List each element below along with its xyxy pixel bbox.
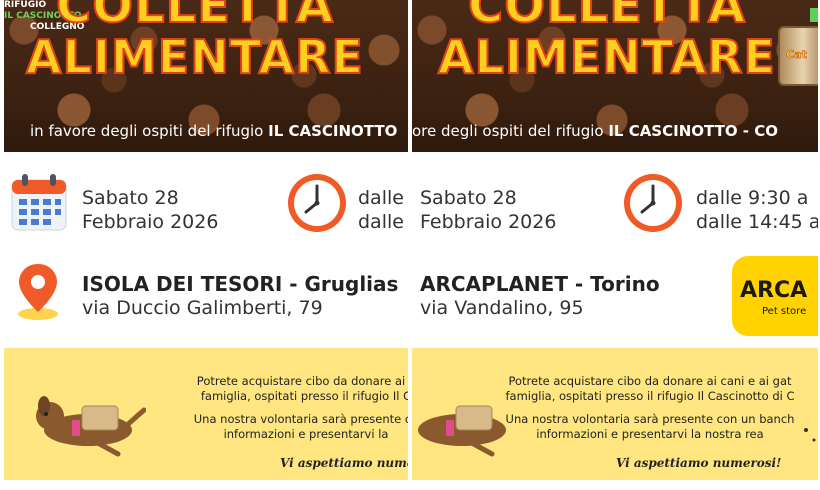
decorative-dots-icon	[804, 428, 816, 442]
info-message: Potrete acquistare cibo da donare ai can…	[500, 374, 800, 442]
dog-illustration	[36, 396, 146, 457]
banner-title-line1: COLLETTA	[55, 0, 334, 35]
can-label: Cat	[786, 48, 807, 62]
event-times: dalle 9 dalle 1	[358, 186, 410, 234]
subtitle-text: in favore degli ospiti del rifugio	[30, 122, 269, 140]
date-line: Sabato 28	[82, 187, 179, 209]
banner-title-line2: ALIMENTARE	[25, 29, 364, 85]
date-line: Febbraio 2026	[420, 211, 557, 233]
store-address: via Vandalino, 95	[420, 297, 584, 319]
arcaplanet-brand: ARCA	[740, 278, 808, 303]
store-name: ISOLA DEI TESORI - Gruglias	[82, 272, 399, 296]
date-line: Sabato 28	[420, 187, 517, 209]
cat-food-can-icon: Cat	[778, 26, 818, 86]
store-name: ARCAPLANET - Torino	[420, 272, 660, 296]
clock-icon	[288, 174, 346, 232]
event-times: dalle 9:30 a dalle 14:45 a	[696, 186, 818, 234]
banner-title-line2: ALIMENTARE	[437, 29, 776, 85]
call-to-action: Vi aspettiamo numerosi!	[616, 456, 782, 470]
subtitle-bold: IL CASCINOTTO	[268, 122, 398, 140]
message-line: Una nostra volontaria sarà presente co	[193, 412, 410, 426]
message-line: famiglia, ospitati presso il rifugio Il …	[505, 389, 795, 403]
flyer-left: RIFUGIO IL CASCINOTTO COLLEGNO COLLETTA …	[4, 0, 410, 490]
bottom-strip	[4, 480, 410, 490]
bottom-strip	[412, 480, 818, 490]
subtitle-bold: IL CASCINOTTO - CO	[608, 122, 778, 140]
banner: COLLETTA ALIMENTARE ore degli ospiti del…	[412, 0, 818, 152]
store-address: via Duccio Galimberti, 79	[82, 297, 323, 319]
time-line: dalle 1	[358, 211, 410, 233]
calendar-icon	[11, 174, 67, 231]
banner-subtitle: in favore degli ospiti del rifugio IL CA…	[30, 122, 397, 140]
message-line: Una nostra volontaria sarà presente con …	[505, 412, 795, 426]
message-line: informazioni e presentarvi la nostra rea	[536, 427, 764, 441]
arcaplanet-tagline: Pet store	[762, 306, 807, 317]
date-line: Febbraio 2026	[82, 211, 219, 233]
clock-icon	[624, 174, 682, 232]
banner: RIFUGIO IL CASCINOTTO COLLEGNO COLLETTA …	[4, 0, 410, 152]
message-line: Potrete acquistare cibo da donare ai can…	[508, 374, 792, 388]
subtitle-text: ore degli ospiti del rifugio	[412, 122, 609, 140]
message-line: informazioni e presentarvi la	[223, 427, 389, 441]
time-line: dalle 9	[358, 187, 410, 209]
message-line: famiglia, ospitati presso il rifugio Il …	[200, 389, 410, 403]
arcaplanet-logo: ARCA Pet store	[732, 256, 818, 336]
green-tab	[810, 8, 818, 22]
message-line: Potrete acquistare cibo da donare ai c	[196, 374, 410, 388]
time-line: dalle 9:30 a	[696, 187, 809, 209]
banner-title-line1: COLLETTA	[467, 0, 746, 35]
flyer-right: COLLETTA ALIMENTARE ore degli ospiti del…	[412, 0, 818, 490]
time-line: dalle 14:45 a	[696, 211, 818, 233]
call-to-action: Vi aspettiamo numero	[280, 456, 410, 470]
event-date: Sabato 28 Febbraio 2026	[420, 186, 556, 234]
location-pin-icon	[18, 264, 58, 320]
info-message: Potrete acquistare cibo da donare ai c f…	[156, 374, 410, 442]
event-date: Sabato 28 Febbraio 2026	[82, 186, 218, 234]
banner-subtitle: ore degli ospiti del rifugio IL CASCINOT…	[412, 122, 778, 140]
